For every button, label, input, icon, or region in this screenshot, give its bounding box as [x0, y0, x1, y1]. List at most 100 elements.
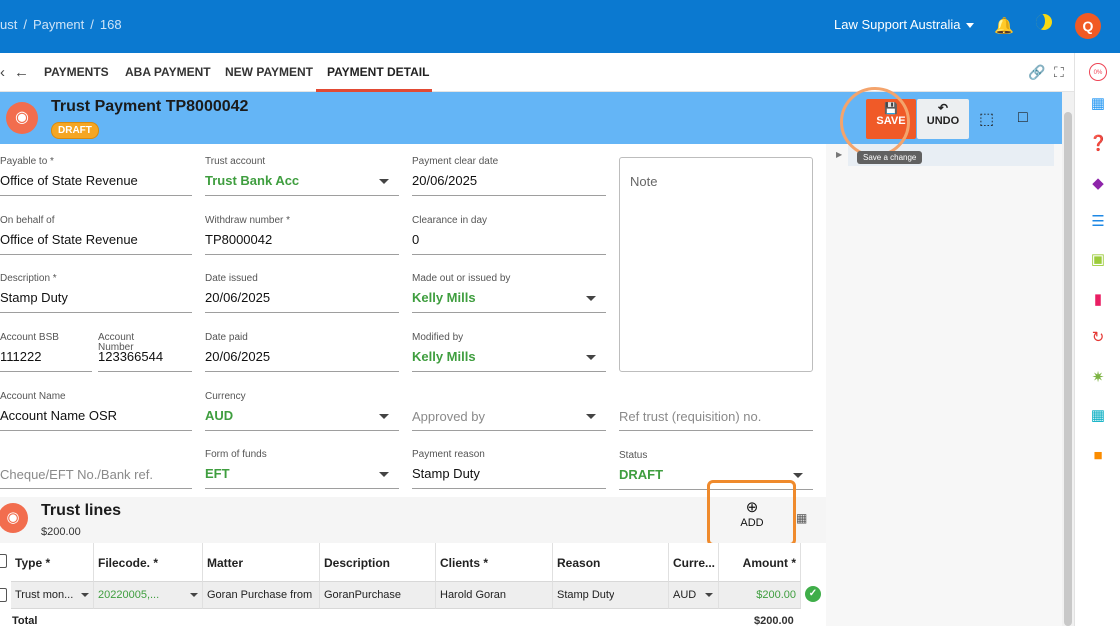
field-value: 0	[412, 232, 420, 247]
ref-trust-field[interactable]: Ref trust (requisition) no.	[619, 391, 813, 431]
table-cell[interactable]: GoranPurchase	[320, 582, 436, 609]
breadcrumb-sep: /	[23, 17, 27, 32]
field-value: AUD	[205, 408, 234, 423]
link-icon[interactable]: 🔗	[1028, 64, 1045, 81]
close-icon[interactable]: ‹	[0, 64, 5, 81]
field-value: Office of State Revenue	[0, 173, 138, 188]
table-cell[interactable]: Goran Purchase from	[203, 582, 320, 609]
undo-button[interactable]: ↶ UNDO	[917, 99, 969, 139]
column-header[interactable]: Reason	[553, 543, 669, 582]
tab-payment-detail[interactable]: PAYMENT DETAIL	[327, 65, 429, 79]
payable-to-field[interactable]: Payable to * Office of State Revenue	[0, 156, 192, 196]
payment-clear-date-field[interactable]: Payment clear date 20/06/2025	[412, 156, 606, 196]
cheque-ref-field[interactable]: Cheque/EFT No./Bank ref.	[0, 449, 192, 489]
trust-lines-title: Trust lines	[41, 502, 122, 519]
field-label: Date issued	[205, 273, 258, 284]
column-header[interactable]: Filecode. *	[94, 543, 203, 582]
briefcase-icon[interactable]: ■	[1089, 447, 1107, 465]
payment-reason-field[interactable]: Payment reason Stamp Duty	[412, 449, 606, 489]
account-number-field[interactable]: Account Number 123366544	[98, 332, 192, 372]
date-paid-field[interactable]: Date paid 20/06/2025	[205, 332, 399, 372]
dropdown-arrow-icon	[379, 414, 389, 419]
select-area-icon[interactable]: ⬚	[979, 109, 994, 129]
column-header[interactable]: Amount *	[719, 543, 801, 582]
description-field[interactable]: Description * Stamp Duty	[0, 273, 192, 313]
notification-bell-icon[interactable]: 🔔	[994, 16, 1014, 36]
chat-icon[interactable]: ▮	[1089, 291, 1107, 309]
help-icon[interactable]: ❓	[1089, 135, 1108, 153]
scrollbar-thumb[interactable]	[1064, 112, 1072, 626]
expand-arrow-icon[interactable]: ▶	[836, 150, 842, 159]
column-header[interactable]: Type *	[11, 543, 94, 582]
on-behalf-of-field[interactable]: On behalf of Office of State Revenue	[0, 215, 192, 255]
list-icon[interactable]: ☰	[1089, 213, 1107, 231]
column-header[interactable]: Curre...	[669, 543, 719, 582]
table-cell[interactable]: Stamp Duty	[553, 582, 669, 609]
event-icon[interactable]: ▦	[1089, 407, 1107, 425]
page-title: Trust Payment TP8000042	[51, 98, 249, 115]
approved-by-select[interactable]: Approved by	[412, 391, 606, 431]
cell-value: Goran Purchase from	[207, 589, 313, 601]
row-checkbox[interactable]	[0, 588, 7, 602]
column-header-label: Filecode. *	[98, 556, 159, 570]
sticky-note-icon[interactable]: ▣	[1089, 251, 1107, 269]
dropdown-arrow-icon	[190, 593, 198, 597]
account-name-field[interactable]: Account Name Account Name OSR	[0, 391, 192, 431]
tab-new-payment[interactable]: NEW PAYMENT	[225, 65, 313, 79]
org-switcher[interactable]: Law Support Australia	[834, 17, 975, 32]
breadcrumb-trust[interactable]: ust	[0, 17, 17, 32]
org-name: Law Support Australia	[834, 17, 961, 32]
table-cell[interactable]: $200.00	[719, 582, 801, 609]
table-cell[interactable]: Trust mon...	[11, 582, 94, 609]
scrollbar[interactable]	[1062, 92, 1074, 626]
table-cell[interactable]: Harold Goran	[436, 582, 553, 609]
table-cell[interactable]: 20220005,...	[94, 582, 203, 609]
dropdown-arrow-icon	[793, 473, 803, 478]
note-textarea[interactable]: Note	[619, 157, 813, 372]
feedback-icon[interactable]: □	[1018, 109, 1028, 127]
back-arrow-icon[interactable]: ←	[14, 64, 29, 81]
dropdown-arrow-icon	[81, 593, 89, 597]
field-value: Kelly Mills	[412, 290, 476, 305]
column-header[interactable]: Description	[320, 543, 436, 582]
totals-row: Total $200.00	[0, 610, 826, 626]
field-value: Stamp Duty	[0, 290, 68, 305]
alert-icon[interactable]: ✷	[1089, 369, 1107, 387]
tag-icon[interactable]: ◆	[1089, 175, 1107, 193]
field-placeholder: Ref trust (requisition) no.	[619, 409, 762, 424]
dark-mode-moon-icon[interactable]	[1036, 14, 1052, 30]
avatar[interactable]: Q	[1075, 13, 1101, 39]
column-header[interactable]: Matter	[203, 543, 320, 582]
field-label: Trust account	[205, 156, 266, 167]
field-value: Kelly Mills	[412, 349, 476, 364]
trust-account-select[interactable]: Trust account Trust Bank Acc	[205, 156, 399, 196]
breadcrumb-payment[interactable]: Payment	[33, 17, 84, 32]
dropdown-arrow-icon	[379, 472, 389, 477]
made-out-by-select[interactable]: Made out or issued by Kelly Mills	[412, 273, 606, 313]
fullscreen-icon[interactable]: ⛶	[1054, 64, 1064, 81]
field-label: Made out or issued by	[412, 273, 511, 284]
dropdown-arrow-icon	[586, 414, 596, 419]
tab-payments[interactable]: PAYMENTS	[44, 65, 109, 79]
date-issued-field[interactable]: Date issued 20/06/2025	[205, 273, 399, 313]
column-header[interactable]: Clients *	[436, 543, 553, 582]
dropdown-arrow-icon	[586, 296, 596, 301]
field-value: 123366544	[98, 349, 164, 364]
field-value: 20/06/2025	[205, 290, 271, 305]
column-settings-icon[interactable]: ▦	[796, 511, 807, 525]
account-bsb-field[interactable]: Account BSB 111222	[0, 332, 92, 372]
table-cell[interactable]: AUD	[669, 582, 719, 609]
modified-by-select[interactable]: Modified by Kelly Mills	[412, 332, 606, 372]
select-all-checkbox[interactable]	[0, 554, 7, 568]
form-of-funds-select[interactable]: Form of funds EFT	[205, 449, 399, 489]
progress-badge-icon[interactable]: 0%	[1089, 63, 1107, 81]
currency-select[interactable]: Currency AUD	[205, 391, 399, 431]
calendar-icon[interactable]: ▦	[1089, 95, 1107, 113]
column-header-label: Curre...	[673, 556, 716, 570]
withdraw-number-field[interactable]: Withdraw number * TP8000042	[205, 215, 399, 255]
field-label: Payable to *	[0, 156, 54, 167]
tab-aba-payment[interactable]: ABA PAYMENT	[125, 65, 211, 79]
history-icon[interactable]: ↻	[1089, 329, 1107, 347]
clearance-in-day-field[interactable]: Clearance in day 0	[412, 215, 606, 255]
column-header-label: Reason	[557, 556, 601, 570]
